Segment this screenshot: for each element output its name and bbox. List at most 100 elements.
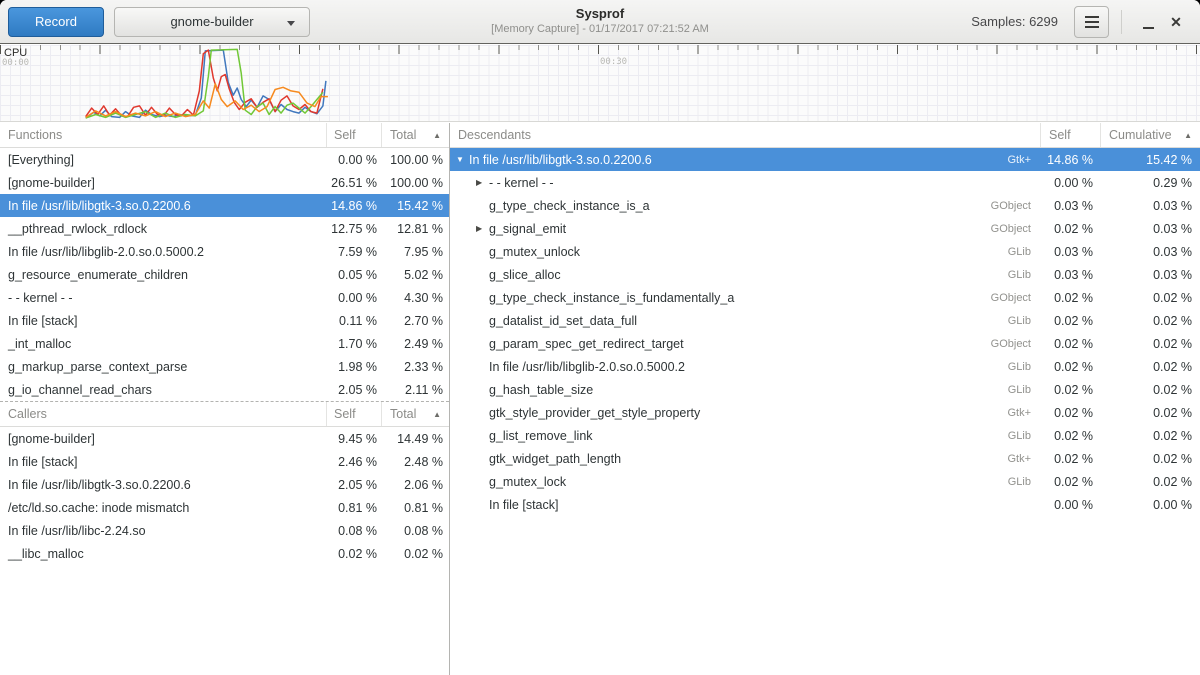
row-cumulative-value: 0.03 % [1100,268,1200,282]
row-function-name: In file /usr/lib/libglib-2.0.so.0.5000.2 [0,245,326,259]
tree-row[interactable]: ▶- - kernel - -0.00 %0.29 % [450,171,1200,194]
tree-row[interactable]: g_datalist_id_set_data_fullGLib0.02 %0.0… [450,309,1200,332]
table-row[interactable]: In file /usr/lib/libglib-2.0.so.0.5000.2… [0,240,449,263]
row-self-value: 9.45 % [326,432,381,446]
table-row[interactable]: [Everything]0.00 %100.00 % [0,148,449,171]
row-total-value: 2.48 % [381,455,449,469]
row-cumulative-value: 0.29 % [1100,176,1200,190]
callers-total-column-header[interactable]: Total ▲ [381,402,449,426]
row-cumulative-value: 0.02 % [1100,452,1200,466]
tree-row[interactable]: g_hash_table_sizeGLib0.02 %0.02 % [450,378,1200,401]
row-total-value: 7.95 % [381,245,449,259]
tree-row[interactable]: In file /usr/lib/libglib-2.0.so.0.5000.2… [450,355,1200,378]
row-total-value: 100.00 % [381,153,449,167]
row-self-value: 0.03 % [1040,199,1100,213]
minimize-button[interactable] [1134,7,1162,37]
functions-total-column-header[interactable]: Total ▲ [381,123,449,147]
cpu-graph[interactable]: CPU 00:00 00:30 [0,45,1200,122]
library-tag: GLib [1008,269,1040,281]
row-name-cell: g_type_check_instance_is_aGObject [450,199,1040,213]
tree-row[interactable]: ▼In file /usr/lib/libgtk-3.so.0.2200.6Gt… [450,148,1200,171]
table-row[interactable]: _int_malloc1.70 %2.49 % [0,332,449,355]
callers-column-header[interactable]: Callers [0,402,326,426]
table-row[interactable]: g_io_channel_read_chars2.05 %2.11 % [0,378,449,401]
table-row[interactable]: In file /usr/lib/libgtk-3.so.0.2200.614.… [0,194,449,217]
row-self-value: 2.46 % [326,455,381,469]
table-row[interactable]: In file [stack]2.46 %2.48 % [0,450,449,473]
window-title-block: Sysprof [Memory Capture] - 01/17/2017 07… [491,5,709,36]
library-tag: GLib [1008,384,1040,396]
table-row[interactable]: g_markup_parse_context_parse1.98 %2.33 % [0,355,449,378]
callers-table-header: Callers Self Total ▲ [0,402,449,427]
table-row[interactable]: - - kernel - -0.00 %4.30 % [0,286,449,309]
row-function-name: g_param_spec_get_redirect_target [489,337,684,351]
row-function-name: [Everything] [0,153,326,167]
row-function-name: g_datalist_id_set_data_full [489,314,637,328]
close-button[interactable]: ✕ [1162,7,1190,37]
row-cumulative-value: 0.02 % [1100,429,1200,443]
row-function-name: g_markup_parse_context_parse [0,360,326,374]
row-function-name: In file /usr/lib/libc-2.24.so [0,524,326,538]
sysprof-window: Record gnome-builder Sysprof [Memory Cap… [0,0,1200,675]
callers-self-column-header[interactable]: Self [326,402,381,426]
tree-row[interactable]: g_param_spec_get_redirect_targetGObject0… [450,332,1200,355]
left-panel: Functions Self Total ▲ [Everything]0.00 … [0,123,450,675]
target-process-dropdown[interactable]: gnome-builder [114,7,310,37]
row-cumulative-value: 0.02 % [1100,383,1200,397]
tree-row[interactable]: gtk_style_provider_get_style_propertyGtk… [450,401,1200,424]
descendants-self-column-header[interactable]: Self [1040,123,1100,147]
row-total-value: 2.06 % [381,478,449,492]
row-function-name: g_list_remove_link [489,429,593,443]
functions-column-header[interactable]: Functions [0,123,326,147]
row-function-name: g_resource_enumerate_children [0,268,326,282]
row-total-value: 4.30 % [381,291,449,305]
tree-row[interactable]: gtk_widget_path_lengthGtk+0.02 %0.02 % [450,447,1200,470]
expander-closed-icon[interactable]: ▶ [476,224,489,233]
tree-row[interactable]: g_mutex_unlockGLib0.03 %0.03 % [450,240,1200,263]
headerbar-separator [1121,10,1122,34]
tree-row[interactable]: g_slice_allocGLib0.03 %0.03 % [450,263,1200,286]
row-total-value: 14.49 % [381,432,449,446]
row-self-value: 0.02 % [1040,406,1100,420]
row-function-name: [gnome-builder] [0,176,326,190]
menu-button[interactable] [1074,6,1109,38]
table-row[interactable]: __libc_malloc0.02 %0.02 % [0,542,449,565]
row-function-name: In file [stack] [0,314,326,328]
tree-row[interactable]: g_type_check_instance_is_aGObject0.03 %0… [450,194,1200,217]
row-function-name: gtk_style_provider_get_style_property [489,406,700,420]
tree-row[interactable]: In file [stack]0.00 %0.00 % [450,493,1200,516]
row-name-cell: g_mutex_unlockGLib [450,245,1040,259]
table-row[interactable]: /etc/ld.so.cache: inode mismatch0.81 %0.… [0,496,449,519]
row-self-value: 0.00 % [326,153,381,167]
sort-ascending-icon: ▲ [1184,131,1192,140]
table-row[interactable]: __pthread_rwlock_rdlock12.75 %12.81 % [0,217,449,240]
tree-row[interactable]: ▶g_signal_emitGObject0.02 %0.03 % [450,217,1200,240]
row-name-cell: ▶- - kernel - - [450,176,1040,190]
row-cumulative-value: 0.02 % [1100,406,1200,420]
row-function-name: In file /usr/lib/libgtk-3.so.0.2200.6 [0,478,326,492]
row-self-value: 2.05 % [326,383,381,397]
cpu-series-cpu-blue [86,50,326,118]
tree-row[interactable]: g_mutex_lockGLib0.02 %0.02 % [450,470,1200,493]
right-panel: Descendants Self Cumulative ▲ ▼In file /… [450,123,1200,675]
timeline-ticks [0,45,1200,54]
table-row[interactable]: g_resource_enumerate_children0.05 %5.02 … [0,263,449,286]
table-row[interactable]: In file [stack]0.11 %2.70 % [0,309,449,332]
expander-closed-icon[interactable]: ▶ [476,178,489,187]
row-self-value: 0.02 % [1040,475,1100,489]
record-button[interactable]: Record [8,7,104,37]
expander-open-icon[interactable]: ▼ [456,155,469,164]
descendants-cumulative-column-header[interactable]: Cumulative ▲ [1100,123,1200,147]
tree-row[interactable]: g_list_remove_linkGLib0.02 %0.02 % [450,424,1200,447]
table-row[interactable]: [gnome-builder]26.51 %100.00 % [0,171,449,194]
table-row[interactable]: In file /usr/lib/libgtk-3.so.0.2200.6 2.0… [0,473,449,496]
library-tag: GLib [1008,315,1040,327]
tree-row[interactable]: g_type_check_instance_is_fundamentally_a… [450,286,1200,309]
row-cumulative-value: 0.03 % [1100,245,1200,259]
row-function-name: __libc_malloc [0,547,326,561]
descendants-column-header[interactable]: Descendants [450,123,1040,147]
functions-self-column-header[interactable]: Self [326,123,381,147]
table-row[interactable]: [gnome-builder]9.45 %14.49 % [0,427,449,450]
table-row[interactable]: In file /usr/lib/libc-2.24.so0.08 %0.08 … [0,519,449,542]
row-function-name: g_hash_table_size [489,383,593,397]
